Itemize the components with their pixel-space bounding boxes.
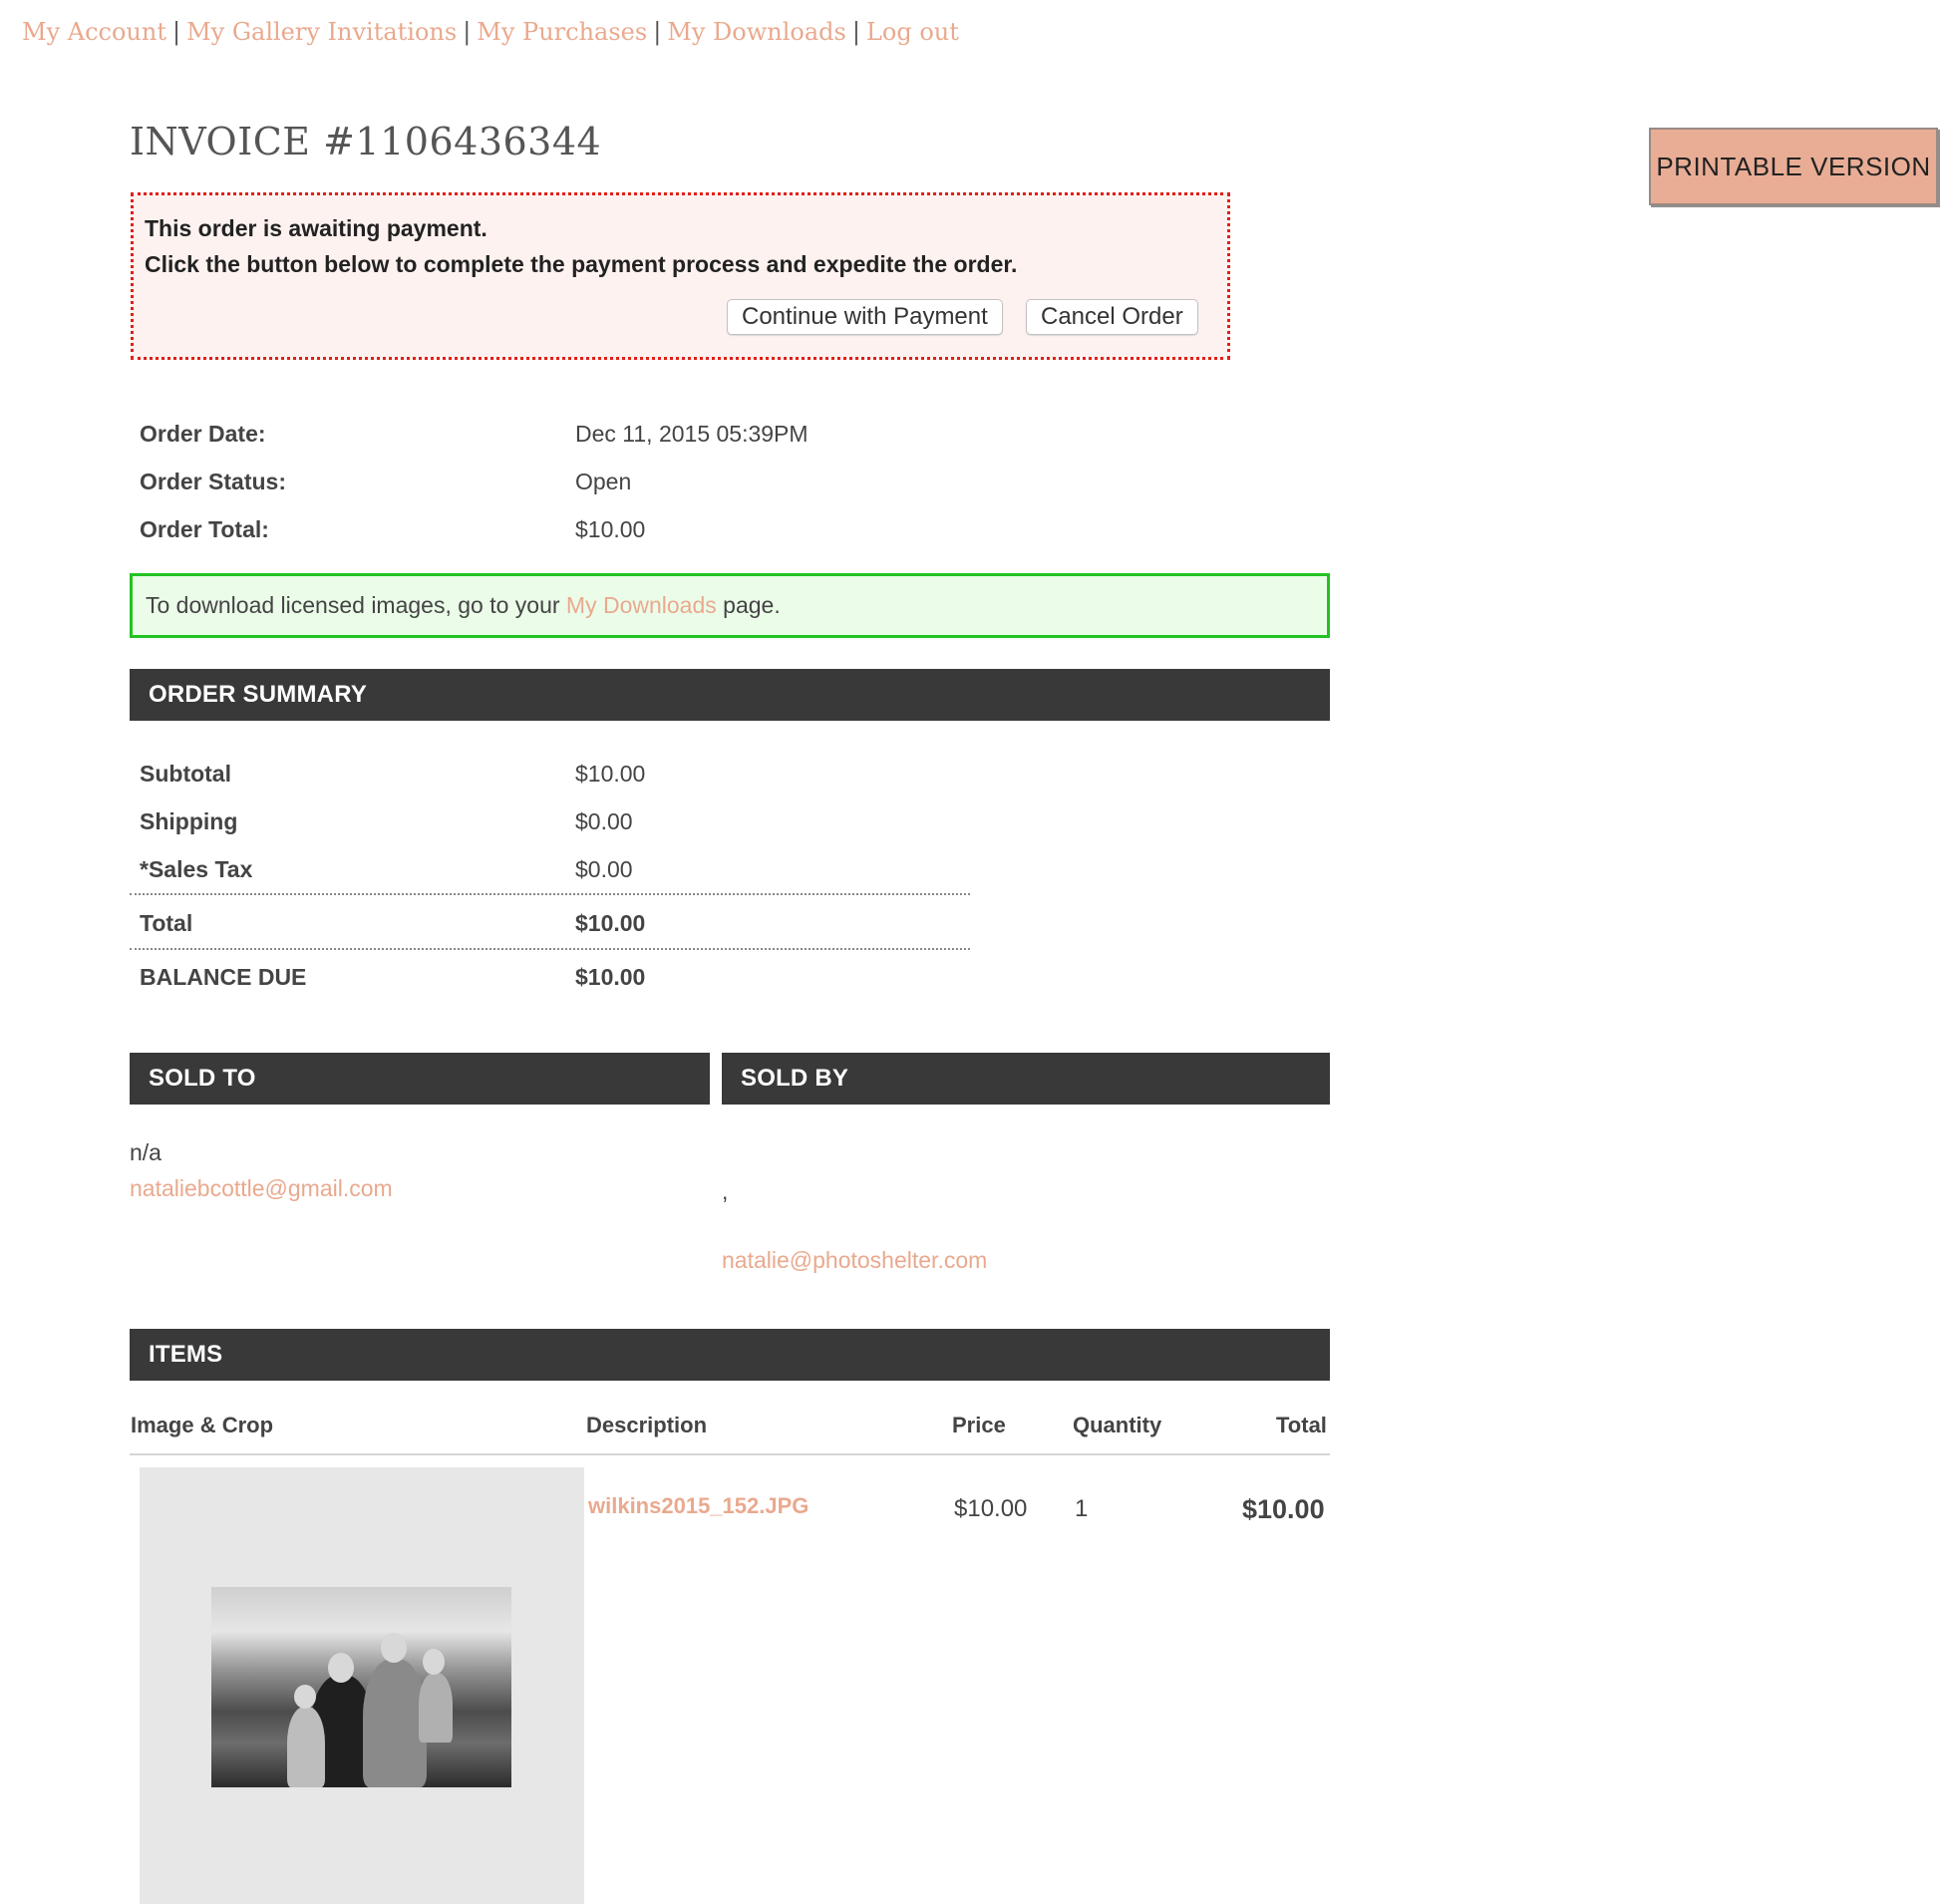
nav-separator: |: [653, 18, 662, 46]
order-date-label: Order Date:: [140, 421, 266, 447]
item-image-crop: [140, 1467, 584, 1904]
account-nav: My Account | My Gallery Invitations | My Pur…: [22, 18, 959, 46]
page-title: INVOICE #1106436344: [130, 120, 602, 163]
column-header-total: Total: [1276, 1413, 1327, 1437]
nav-my-gallery-invitations[interactable]: My Gallery Invitations: [186, 18, 457, 46]
balance-due-value: $10.00: [575, 964, 646, 990]
order-total-value: $10.00: [575, 516, 646, 542]
summary-divider: [130, 948, 970, 950]
sold-to-heading: SOLD TO: [130, 1053, 710, 1105]
nav-log-out[interactable]: Log out: [866, 18, 959, 46]
item-price: $10.00: [954, 1495, 1028, 1522]
nav-separator: |: [171, 18, 181, 46]
column-header-quantity: Quantity: [1073, 1413, 1162, 1437]
awaiting-payment-notice: This order is awaiting payment. Click th…: [131, 192, 1230, 360]
buyer-name: n/a: [130, 1139, 162, 1165]
download-notice: To download licensed images, go to your …: [130, 573, 1330, 638]
download-notice-suffix: page.: [716, 592, 781, 618]
sales-tax-label: *Sales Tax: [140, 856, 253, 882]
total-label: Total: [140, 910, 193, 936]
items-header-divider: [130, 1453, 1330, 1455]
order-summary-heading: ORDER SUMMARY: [130, 669, 1330, 721]
subtotal-label: Subtotal: [140, 761, 231, 787]
column-header-description: Description: [586, 1413, 708, 1437]
shipping-value: $0.00: [575, 808, 633, 834]
nav-separator: |: [851, 18, 860, 46]
my-downloads-link[interactable]: My Downloads: [566, 592, 717, 619]
sold-by-heading: SOLD BY: [722, 1053, 1330, 1105]
column-header-image-crop: Image & Crop: [131, 1413, 274, 1437]
nav-my-account[interactable]: My Account: [22, 18, 166, 46]
summary-divider: [130, 893, 970, 895]
balance-due-label: BALANCE DUE: [140, 964, 307, 990]
payment-notice-text: This order is awaiting payment. Click th…: [145, 210, 1017, 282]
payment-notice-line2: Click the button below to complete the p…: [145, 251, 1018, 277]
order-status-value: Open: [575, 469, 632, 494]
total-value: $10.00: [575, 910, 646, 936]
item-description-link[interactable]: wilkins2015_152.JPG: [588, 1493, 809, 1519]
order-status-label: Order Status:: [140, 469, 286, 494]
nav-separator: |: [463, 18, 472, 46]
cancel-order-button[interactable]: Cancel Order: [1026, 299, 1198, 335]
order-total-label: Order Total:: [140, 516, 269, 542]
items-heading: ITEMS: [130, 1329, 1330, 1381]
buyer-email-link[interactable]: nataliebcottle@gmail.com: [130, 1175, 393, 1202]
download-notice-prefix: To download licensed images, go to your: [146, 592, 566, 618]
shipping-label: Shipping: [140, 808, 238, 834]
item-quantity: 1: [1075, 1495, 1089, 1522]
subtotal-value: $10.00: [575, 761, 646, 787]
order-date-value: Dec 11, 2015 05:39PM: [575, 421, 809, 447]
item-thumbnail[interactable]: [211, 1587, 511, 1787]
seller-address: ,: [722, 1178, 729, 1204]
printable-version-button[interactable]: PRINTABLE VERSION: [1649, 128, 1938, 205]
seller-email-link[interactable]: natalie@photoshelter.com: [722, 1247, 987, 1274]
nav-my-purchases[interactable]: My Purchases: [477, 18, 647, 46]
nav-my-downloads[interactable]: My Downloads: [667, 18, 846, 46]
sales-tax-value: $0.00: [575, 856, 633, 882]
column-header-price: Price: [952, 1413, 1006, 1437]
payment-notice-line1: This order is awaiting payment.: [145, 215, 487, 241]
item-total: $10.00: [1242, 1494, 1325, 1524]
continue-with-payment-button[interactable]: Continue with Payment: [727, 299, 1003, 335]
